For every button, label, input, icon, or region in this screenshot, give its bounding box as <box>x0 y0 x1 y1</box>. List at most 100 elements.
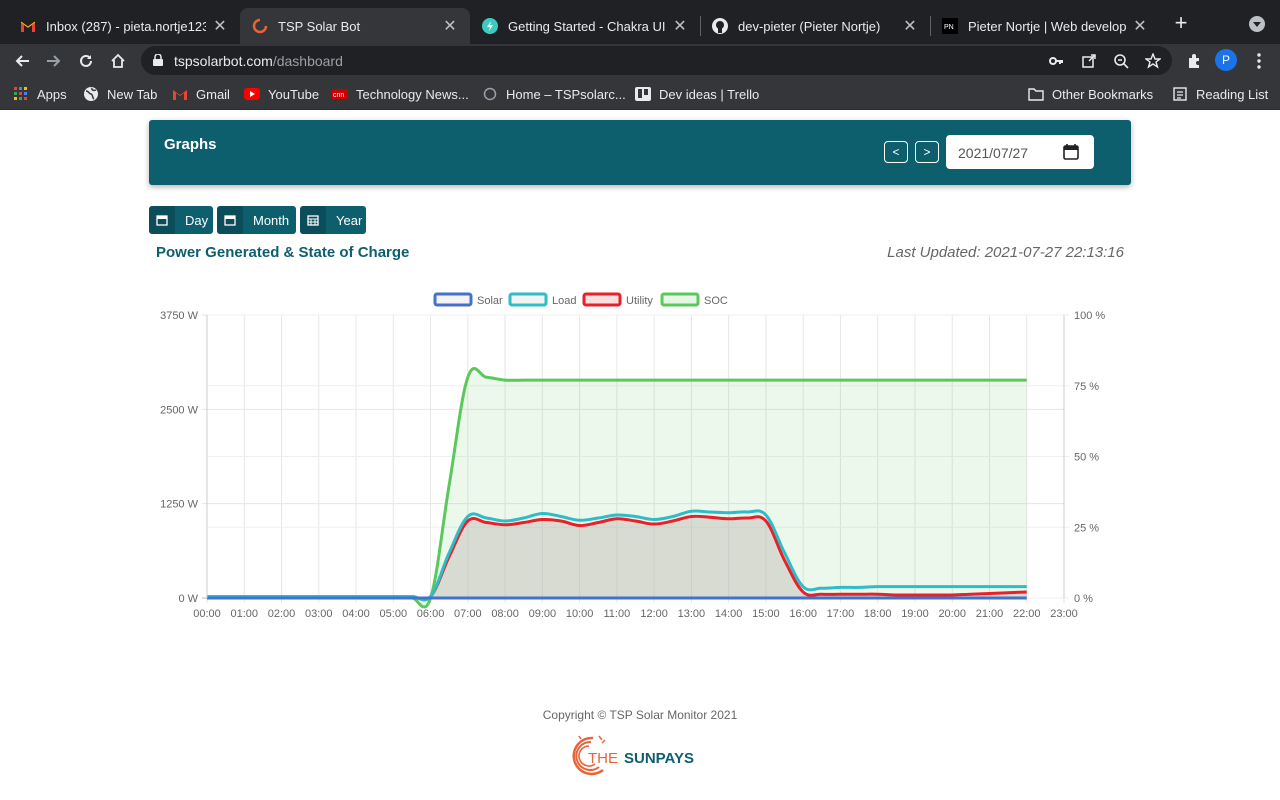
utility-legend-label: Utility <box>626 295 653 307</box>
x-tick-label: 11:00 <box>604 608 631 620</box>
range-label: Year <box>336 212 363 228</box>
forward-button[interactable] <box>43 50 65 72</box>
chart-title: Power Generated & State of Charge <box>156 244 410 261</box>
home-button[interactable] <box>107 50 129 72</box>
next-date-button[interactable]: > <box>915 141 939 163</box>
x-tick-label: 22:00 <box>1013 608 1041 620</box>
x-tick-label: 01:00 <box>230 608 258 620</box>
tab-title: dev-pieter (Pieter Nortje) <box>738 18 881 34</box>
soc-legend-swatch <box>660 292 700 307</box>
x-tick-label: 06:00 <box>417 608 445 620</box>
month-range-button[interactable]: Month <box>217 206 296 234</box>
bookmark-technology-news[interactable]: cnn Technology News... <box>332 85 469 103</box>
y-left-tick-label: 0 W <box>178 593 198 605</box>
key-icon[interactable] <box>1047 52 1065 70</box>
back-button[interactable] <box>11 50 33 72</box>
close-tab-icon[interactable]: ✕ <box>672 16 688 36</box>
svg-text:PN: PN <box>944 24 954 31</box>
x-tick-label: 19:00 <box>901 608 929 620</box>
profile-avatar[interactable]: P <box>1215 49 1237 71</box>
bookmark-label: Home – TSPsolarc... <box>506 86 626 102</box>
copyright-text: Copyright © TSP Solar Monitor 2021 <box>542 708 738 722</box>
new-tab-button[interactable]: + <box>1170 12 1192 36</box>
tab-chakra[interactable]: Getting Started - Chakra UI ✕ <box>470 8 700 44</box>
back-arrow-icon <box>15 55 29 67</box>
calendar-icon[interactable] <box>1063 144 1079 160</box>
bookmark-apps[interactable]: Apps <box>13 85 67 103</box>
dashboard-page: Graphs < > 2021/07/27 Day Month Year Pow… <box>0 110 1280 800</box>
close-tab-icon[interactable]: ✕ <box>1132 16 1148 36</box>
bookmark-gmail[interactable]: Gmail <box>172 85 230 103</box>
extensions-puzzle-icon[interactable] <box>1183 50 1205 72</box>
github-icon <box>712 18 728 34</box>
day-range-button[interactable]: Day <box>149 206 213 234</box>
bookmark-trello[interactable]: Dev ideas | Trello <box>635 85 759 103</box>
y-left-tick-label: 1250 W <box>160 499 199 511</box>
globe-icon <box>83 86 99 102</box>
date-picker-input[interactable]: 2021/07/27 <box>946 135 1094 169</box>
reading-list[interactable]: Reading List <box>1172 85 1268 103</box>
soc-legend-label: SOC <box>704 295 728 307</box>
tab-gmail[interactable]: Inbox (287) - pieta.nortje123 ✕ <box>8 8 240 44</box>
close-tab-icon[interactable]: ✕ <box>212 16 228 36</box>
zoom-icon[interactable] <box>1112 52 1130 70</box>
tab-title: Inbox (287) - pieta.nortje123 <box>46 18 206 34</box>
year-range-button[interactable]: Year <box>300 206 366 234</box>
close-tab-icon[interactable]: ✕ <box>442 16 458 36</box>
address-bar[interactable]: tspsolarbot.com/dashboard <box>141 46 1172 75</box>
site-icon <box>482 86 498 102</box>
browser-toolbar: tspsolarbot.com/dashboard P <box>0 44 1280 77</box>
tsp-icon <box>252 18 268 34</box>
gmail-icon <box>20 18 36 34</box>
utility-legend-swatch <box>582 292 622 307</box>
x-tick-label: 18:00 <box>864 608 892 620</box>
x-tick-label: 07:00 <box>454 608 482 620</box>
bookmark-youtube[interactable]: YouTube <box>244 85 319 103</box>
bookmark-new-tab[interactable]: New Tab <box>83 85 157 103</box>
thesunpays-logo: THE SUNPAYS <box>572 735 694 776</box>
range-label: Month <box>253 212 290 228</box>
solar-legend-swatch <box>433 292 473 307</box>
load-legend-swatch <box>508 292 548 307</box>
trello-icon <box>635 86 651 102</box>
x-tick-label: 08:00 <box>491 608 519 620</box>
star-bookmark-icon[interactable] <box>1144 52 1162 70</box>
other-bookmarks[interactable]: Other Bookmarks <box>1028 85 1153 103</box>
x-tick-label: 16:00 <box>789 608 817 620</box>
page-title: Graphs <box>164 136 217 153</box>
x-tick-label: 10:00 <box>566 608 594 620</box>
x-tick-label: 09:00 <box>529 608 557 620</box>
reload-button[interactable] <box>75 50 97 72</box>
x-tick-label: 03:00 <box>305 608 333 620</box>
other-bookmarks-label: Other Bookmarks <box>1052 86 1154 102</box>
load-legend-label: Load <box>552 295 576 307</box>
reading-list-icon <box>1172 86 1188 102</box>
tab-title: Pieter Nortje | Web develope <box>968 18 1126 34</box>
power-soc-chart: 00:00 01:00 02:00 03:00 04:00 05:00 06:00 07:00… <box>160 292 1105 620</box>
x-tick-label: 20:00 <box>938 608 966 620</box>
reading-list-label: Reading List <box>1196 86 1269 102</box>
open-external-icon[interactable] <box>1080 52 1098 70</box>
bookmark-home-tspsolar[interactable]: Home – TSPsolarc... <box>482 85 626 103</box>
previous-date-button[interactable]: < <box>884 141 908 163</box>
tab-title: Getting Started - Chakra UI <box>508 18 666 34</box>
y-right-tick-label: 50 % <box>1074 452 1099 464</box>
close-tab-icon[interactable]: ✕ <box>902 16 918 36</box>
tab-github[interactable]: dev-pieter (Pieter Nortje) ✕ <box>700 8 930 44</box>
tab-title: TSP Solar Bot <box>278 18 361 34</box>
tab-portfolio[interactable]: PN Pieter Nortje | Web develope ✕ <box>930 8 1160 44</box>
y-left-tick-label: 3750 W <box>160 310 199 322</box>
x-tick-label: 12:00 <box>640 608 668 620</box>
browser-menu-icon[interactable] <box>1248 50 1270 72</box>
x-tick-label: 00:00 <box>193 608 221 620</box>
svg-text:cnn: cnn <box>333 92 344 99</box>
calendar-icon <box>217 206 243 234</box>
tab-tsp-solar-bot[interactable]: TSP Solar Bot ✕ <box>240 8 470 44</box>
bookmark-label: Dev ideas | Trello <box>659 86 760 102</box>
date-value: 2021/07/27 <box>958 145 1029 161</box>
url-text: tspsolarbot.com/dashboard <box>174 53 343 69</box>
y-left-tick-label: 2500 W <box>160 404 199 416</box>
apps-grid-icon <box>13 86 29 102</box>
x-tick-label: 13:00 <box>678 608 706 620</box>
tab-search-icon[interactable] <box>1249 16 1265 32</box>
